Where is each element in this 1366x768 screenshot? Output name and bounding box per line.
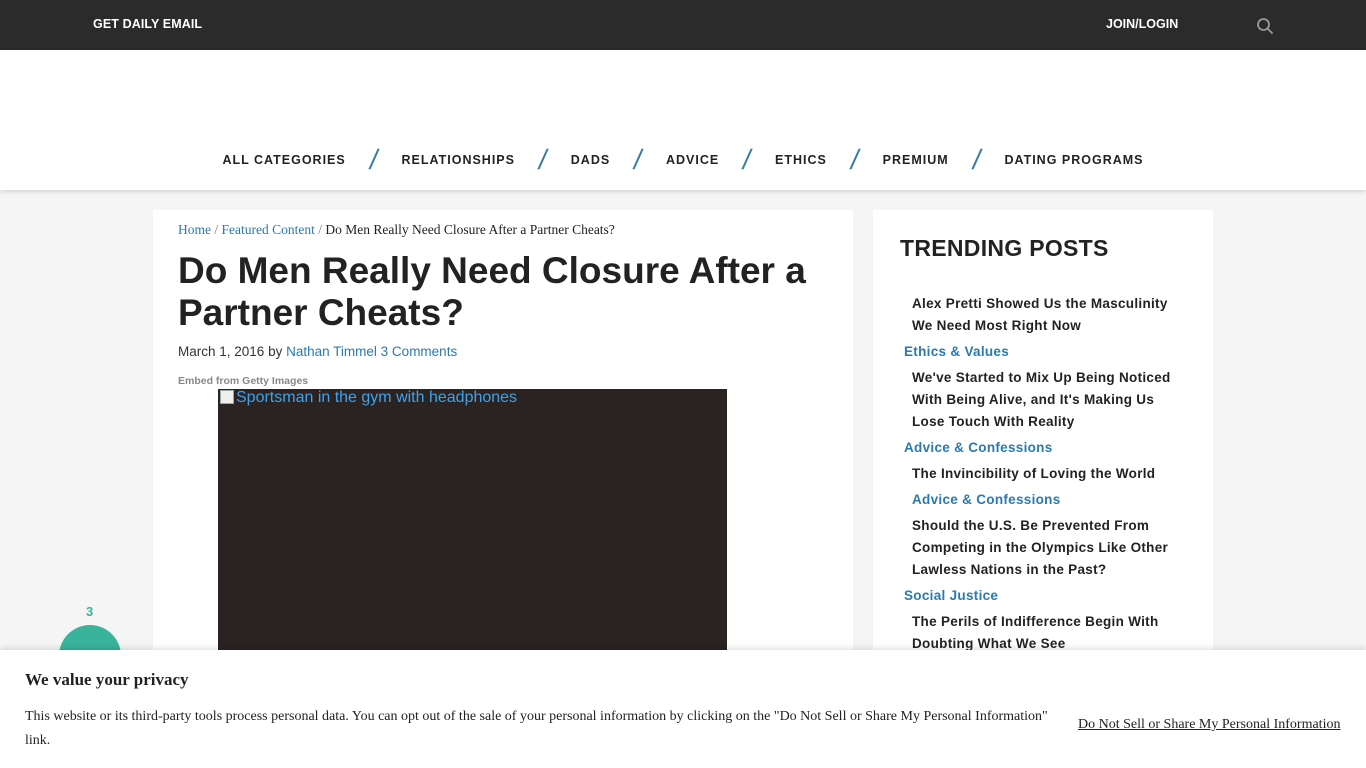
broken-image-icon bbox=[220, 390, 234, 404]
trending-post[interactable]: The Invincibility of Loving the World bbox=[904, 463, 1184, 485]
nav-dating-programs[interactable]: DATING PROGRAMS bbox=[1004, 153, 1143, 167]
article-title: Do Men Really Need Closure After a Partn… bbox=[178, 250, 806, 333]
sidebar: TRENDING POSTS Alex Pretti Showed Us the… bbox=[873, 210, 1213, 670]
privacy-body: This website or its third-party tools pr… bbox=[25, 709, 1048, 748]
nav-separator: / bbox=[740, 144, 754, 175]
article-image[interactable]: Sportsman in the gym with headphones bbox=[218, 389, 727, 674]
do-not-sell-link[interactable]: Do Not Sell or Share My Personal Informa… bbox=[1078, 717, 1340, 733]
join-login-link[interactable]: JOIN/LOGIN bbox=[1106, 17, 1178, 31]
embed-label: Embed from Getty Images bbox=[178, 375, 309, 387]
trending-post[interactable]: Should the U.S. Be Prevented From Compet… bbox=[904, 515, 1184, 581]
trending-heading: TRENDING POSTS bbox=[900, 235, 1109, 261]
article-container: Home / Featured Content / Do Men Really … bbox=[153, 210, 853, 674]
privacy-banner: We value your privacy This website or it… bbox=[0, 650, 1366, 768]
image-alt-text[interactable]: Sportsman in the gym with headphones bbox=[220, 389, 517, 407]
breadcrumb-home[interactable]: Home bbox=[178, 222, 211, 237]
breadcrumb: Home / Featured Content / Do Men Really … bbox=[178, 222, 615, 238]
trending-category[interactable]: Social Justice bbox=[904, 585, 1184, 607]
nav-relationships[interactable]: RELATIONSHIPS bbox=[402, 153, 515, 167]
nav-advice[interactable]: ADVICE bbox=[666, 153, 719, 167]
nav-separator: / bbox=[631, 144, 645, 175]
trending-list: Alex Pretti Showed Us the Masculinity We… bbox=[904, 293, 1184, 655]
get-daily-email-link[interactable]: GET DAILY EMAIL bbox=[93, 17, 202, 31]
nav-separator: / bbox=[367, 144, 381, 175]
privacy-title: We value your privacy bbox=[25, 670, 189, 689]
trending-post[interactable]: The Perils of Indifference Begin With Do… bbox=[904, 611, 1184, 655]
site-header: ALL CATEGORIES / RELATIONSHIPS / DADS / … bbox=[0, 50, 1366, 190]
nav-separator: / bbox=[536, 144, 550, 175]
image-alt-label: Sportsman in the gym with headphones bbox=[236, 389, 518, 406]
author-link[interactable]: Nathan Timmel bbox=[286, 344, 377, 359]
article-date: March 1, 2016 bbox=[178, 344, 265, 359]
breadcrumb-separator: / bbox=[318, 222, 323, 237]
article-meta: March 1, 2016 by Nathan Timmel 3 Comment… bbox=[178, 344, 457, 359]
trending-post[interactable]: We've Started to Mix Up Being Noticed Wi… bbox=[904, 367, 1184, 433]
breadcrumb-featured[interactable]: Featured Content bbox=[222, 222, 315, 237]
nav-all-categories[interactable]: ALL CATEGORIES bbox=[222, 153, 345, 167]
search-icon[interactable] bbox=[1256, 17, 1274, 35]
nav-separator: / bbox=[848, 144, 862, 175]
nav-ethics[interactable]: ETHICS bbox=[775, 153, 827, 167]
article-by: by bbox=[268, 344, 283, 359]
trending-category[interactable]: Advice & Confessions bbox=[904, 489, 1184, 511]
nav-premium[interactable]: PREMIUM bbox=[883, 153, 949, 167]
main-nav: ALL CATEGORIES / RELATIONSHIPS / DADS / … bbox=[0, 144, 1366, 175]
trending-category[interactable]: Advice & Confessions bbox=[904, 437, 1184, 459]
comments-link[interactable]: 3 Comments bbox=[381, 344, 458, 359]
trending-post[interactable]: Alex Pretti Showed Us the Masculinity We… bbox=[904, 293, 1184, 337]
nav-dads[interactable]: DADS bbox=[571, 153, 610, 167]
breadcrumb-current: Do Men Really Need Closure After a Partn… bbox=[325, 222, 615, 237]
top-bar: GET DAILY EMAIL JOIN/LOGIN bbox=[0, 0, 1366, 50]
nav-separator: / bbox=[970, 144, 984, 175]
breadcrumb-separator: / bbox=[214, 222, 219, 237]
comment-count: 3 bbox=[86, 604, 94, 619]
trending-category[interactable]: Ethics & Values bbox=[904, 341, 1184, 363]
